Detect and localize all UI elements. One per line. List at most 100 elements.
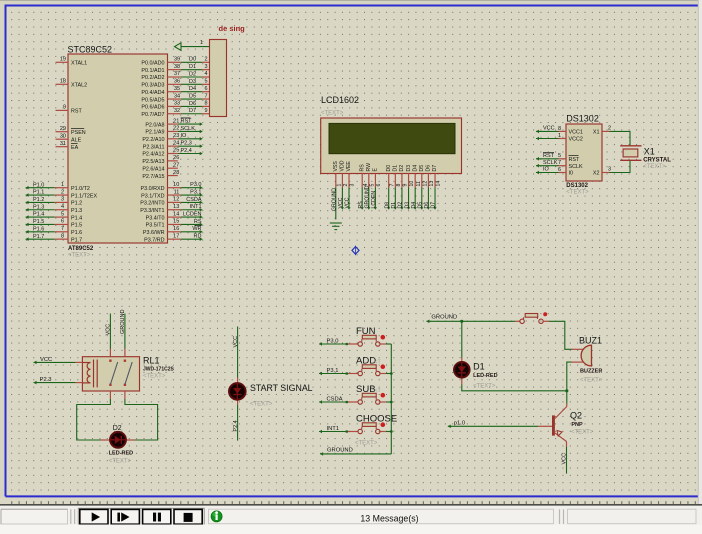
svg-text:6: 6 (204, 86, 207, 92)
svg-text:ALE: ALE (71, 137, 82, 143)
svg-text:31: 31 (60, 141, 66, 147)
svg-text:P1.5: P1.5 (33, 219, 44, 225)
svg-text:VCC2: VCC2 (569, 137, 583, 143)
svg-text:RS: RS (359, 164, 365, 172)
svg-text:CSDA: CSDA (186, 197, 202, 203)
svg-text:D7: D7 (431, 202, 437, 209)
svg-text:7: 7 (61, 226, 64, 232)
svg-text:10: 10 (409, 181, 415, 187)
svg-text:15: 15 (173, 219, 179, 225)
svg-text:P2.6/A14: P2.6/A14 (142, 166, 164, 172)
svg-text:27: 27 (173, 162, 179, 168)
svg-text:8: 8 (61, 233, 64, 239)
svg-text:19: 19 (60, 57, 66, 63)
svg-text:P1.3: P1.3 (71, 208, 82, 214)
svg-text:VCC: VCC (40, 357, 52, 363)
svg-text:D2: D2 (399, 165, 405, 172)
svg-text:D2: D2 (189, 71, 196, 77)
svg-text:D5: D5 (189, 93, 196, 99)
svg-text:IO: IO (181, 133, 188, 139)
svg-text:<TEXT>: <TEXT> (473, 383, 496, 389)
svg-text:JWD-171C2S: JWD-171C2S (143, 367, 175, 373)
svg-text:P1.2: P1.2 (33, 197, 44, 203)
svg-text:14: 14 (173, 211, 179, 217)
svg-text:BUZZER: BUZZER (580, 368, 602, 374)
svg-text:D2: D2 (113, 425, 122, 432)
svg-text:VCC1: VCC1 (569, 130, 583, 136)
svg-text:RW: RW (366, 163, 372, 172)
svg-text:XTAL1: XTAL1 (71, 61, 87, 67)
svg-text:9: 9 (204, 108, 207, 114)
svg-text:2: 2 (343, 184, 349, 187)
svg-text:D4: D4 (411, 202, 417, 209)
svg-text:<TEXT>: <TEXT> (643, 164, 666, 170)
svg-text:VCC: VCC (345, 197, 351, 208)
svg-text:GROUND: GROUND (120, 310, 126, 334)
svg-text:10: 10 (173, 182, 179, 188)
svg-text:D5: D5 (418, 202, 424, 209)
svg-text:D2: D2 (398, 202, 404, 209)
svg-text:P3.1: P3.1 (190, 189, 201, 195)
svg-text:23: 23 (173, 133, 179, 139)
svg-text:<TEXT>: <TEXT> (571, 430, 594, 436)
svg-text:SCLK: SCLK (181, 126, 196, 132)
svg-text:26: 26 (173, 155, 179, 161)
svg-text:P1.0: P1.0 (33, 182, 44, 188)
svg-text:<TEXT>: <TEXT> (143, 374, 166, 380)
svg-text:P1.2: P1.2 (71, 201, 82, 207)
svg-text:ADD: ADD (356, 356, 376, 367)
svg-text:P1.5: P1.5 (71, 223, 82, 229)
svg-text:RST: RST (543, 153, 555, 159)
svg-text:P1.4: P1.4 (33, 212, 44, 218)
svg-text:P3.0: P3.0 (190, 182, 201, 188)
svg-text:D3: D3 (406, 165, 412, 172)
svg-text:3: 3 (61, 197, 64, 203)
svg-text:DS1302: DS1302 (566, 183, 588, 189)
svg-text:3: 3 (350, 184, 356, 187)
svg-text:D1: D1 (473, 362, 485, 372)
svg-text:BUZ1: BUZ1 (579, 335, 602, 345)
svg-text:22: 22 (173, 126, 179, 132)
svg-text:<TEXT>: <TEXT> (68, 253, 91, 259)
svg-text:RS: RS (194, 219, 202, 225)
svg-text:2: 2 (61, 189, 64, 195)
svg-text:D4: D4 (189, 86, 196, 92)
svg-text:D3: D3 (189, 79, 196, 85)
svg-text:RL1: RL1 (143, 355, 160, 365)
svg-text:39: 39 (174, 57, 180, 63)
svg-text:1: 1 (336, 184, 342, 187)
svg-text:P0.3/AD3: P0.3/AD3 (141, 83, 164, 89)
svg-text:P0.7/AD7: P0.7/AD7 (141, 112, 164, 118)
svg-text:P2.4: P2.4 (181, 148, 192, 154)
svg-text:35: 35 (174, 86, 180, 92)
svg-text:P3.0: P3.0 (327, 339, 339, 345)
svg-text:P1.4: P1.4 (71, 215, 82, 221)
svg-text:D1: D1 (391, 202, 397, 209)
svg-text:P1.6: P1.6 (71, 230, 82, 236)
svg-text:17: 17 (173, 233, 179, 239)
svg-text:18: 18 (60, 79, 66, 85)
svg-text:SUB: SUB (356, 384, 376, 395)
svg-text:WR: WR (192, 226, 201, 232)
svg-text:P1.7: P1.7 (71, 237, 82, 243)
svg-text:2: 2 (608, 126, 611, 132)
svg-text:GROUND: GROUND (327, 447, 353, 453)
svg-text:P3.2/INT0: P3.2/INT0 (140, 201, 164, 207)
svg-text:<TEXT>: <TEXT> (566, 190, 589, 196)
svg-text:13: 13 (173, 204, 179, 210)
svg-text:p1.0: p1.0 (454, 421, 465, 427)
svg-text:P1.0/T2: P1.0/T2 (71, 186, 90, 192)
svg-text:6: 6 (376, 184, 382, 187)
svg-text:X1: X1 (644, 147, 655, 157)
svg-text:D1: D1 (393, 165, 399, 172)
svg-text:VCC: VCC (106, 324, 112, 336)
svg-text:25: 25 (173, 148, 179, 154)
svg-text:D6: D6 (189, 101, 196, 107)
svg-text:<TEXT>: <TEXT> (109, 459, 132, 465)
svg-text:LED-RED: LED-RED (473, 373, 497, 379)
svg-text:3: 3 (204, 64, 207, 70)
svg-text:D1: D1 (189, 64, 196, 70)
svg-text:D6: D6 (426, 165, 432, 172)
svg-text:P2.3/A11: P2.3/A11 (143, 144, 165, 150)
svg-text:24: 24 (173, 140, 179, 146)
